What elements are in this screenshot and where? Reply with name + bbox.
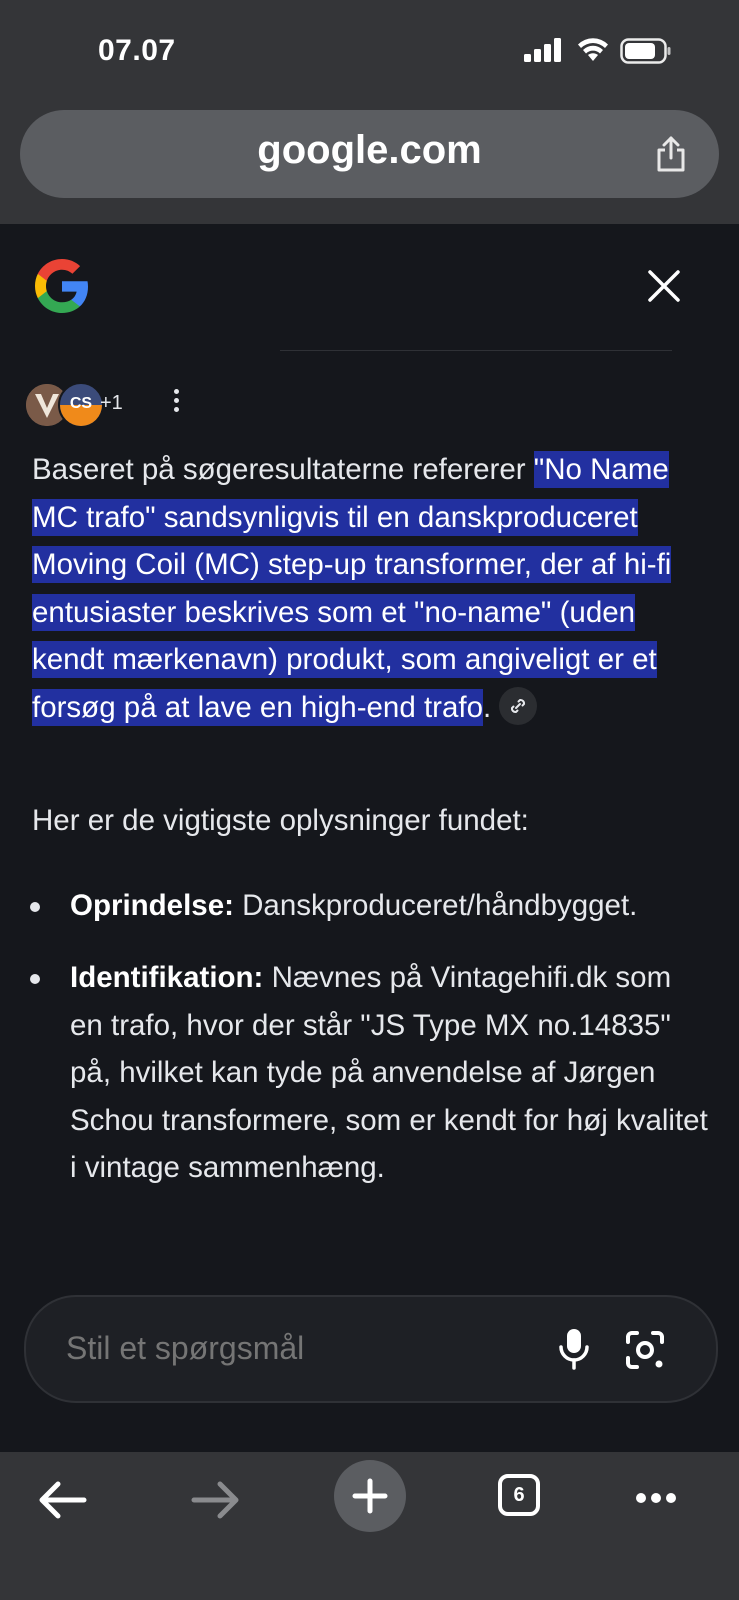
new-tab-icon — [352, 1478, 388, 1514]
share-icon[interactable] — [651, 134, 691, 174]
answer-text: Baseret på søgeresultaterne refererer "N… — [32, 446, 712, 731]
signal-icon — [524, 38, 561, 62]
new-tab-button[interactable] — [334, 1460, 406, 1532]
answer-tail: . — [482, 690, 492, 724]
status-bar: 07.07 — [0, 0, 739, 100]
link-icon[interactable] — [499, 686, 538, 725]
source-avatar-cs[interactable]: CS — [58, 382, 104, 428]
browser-toolbar: google.com — [0, 100, 739, 224]
back-icon[interactable] — [36, 1478, 88, 1522]
more-vert-icon[interactable] — [168, 386, 184, 418]
divider — [280, 350, 672, 351]
ask-bar[interactable] — [24, 1295, 718, 1403]
avatar-initials: CS — [69, 395, 93, 412]
bullet-dot — [30, 974, 40, 984]
sources-more-count[interactable]: +1 — [100, 392, 123, 415]
url-text[interactable]: google.com — [20, 128, 719, 173]
wifi-icon — [578, 38, 608, 61]
list-item: Oprindelse: Danskproduceret/håndbygget. — [30, 882, 710, 930]
battery-icon — [620, 38, 671, 64]
more-horiz-icon[interactable] — [636, 1490, 684, 1504]
bullet-label: Oprindelse: — [70, 889, 234, 922]
mic-icon[interactable] — [556, 1327, 592, 1371]
tab-count: 6 — [513, 1484, 525, 1506]
lens-icon[interactable] — [624, 1329, 666, 1371]
status-time: 07.07 — [98, 34, 176, 67]
tabs-icon[interactable]: 6 — [498, 1474, 540, 1516]
answer-intro: Her er de vigtigste oplysninger fundet: — [32, 804, 529, 837]
bullet-text: Danskproduceret/håndbygget. — [233, 889, 638, 922]
list-item: Identifikation: Nævnes på Vintagehifi.dk… — [30, 954, 710, 1192]
bottom-toolbar: 6 — [0, 1452, 739, 1600]
forward-icon[interactable] — [190, 1478, 242, 1522]
answer-highlight: "No Name MC trafo" sandsynligvis til en … — [32, 451, 672, 726]
close-icon[interactable] — [646, 268, 682, 304]
ask-input[interactable] — [64, 1329, 488, 1368]
bullet-dot — [30, 902, 40, 912]
google-logo — [35, 259, 88, 313]
answer-lead: Baseret på søgeresultaterne refererer — [32, 453, 534, 486]
bullet-text: Nævnes på Vintagehifi.dk som en trafo, h… — [70, 961, 708, 1184]
ai-answer-panel: CS +1 Baseret på søgeresultaterne refere… — [0, 224, 739, 1452]
bullet-label: Identifikation: — [70, 961, 264, 994]
address-bar[interactable]: google.com — [20, 110, 719, 198]
